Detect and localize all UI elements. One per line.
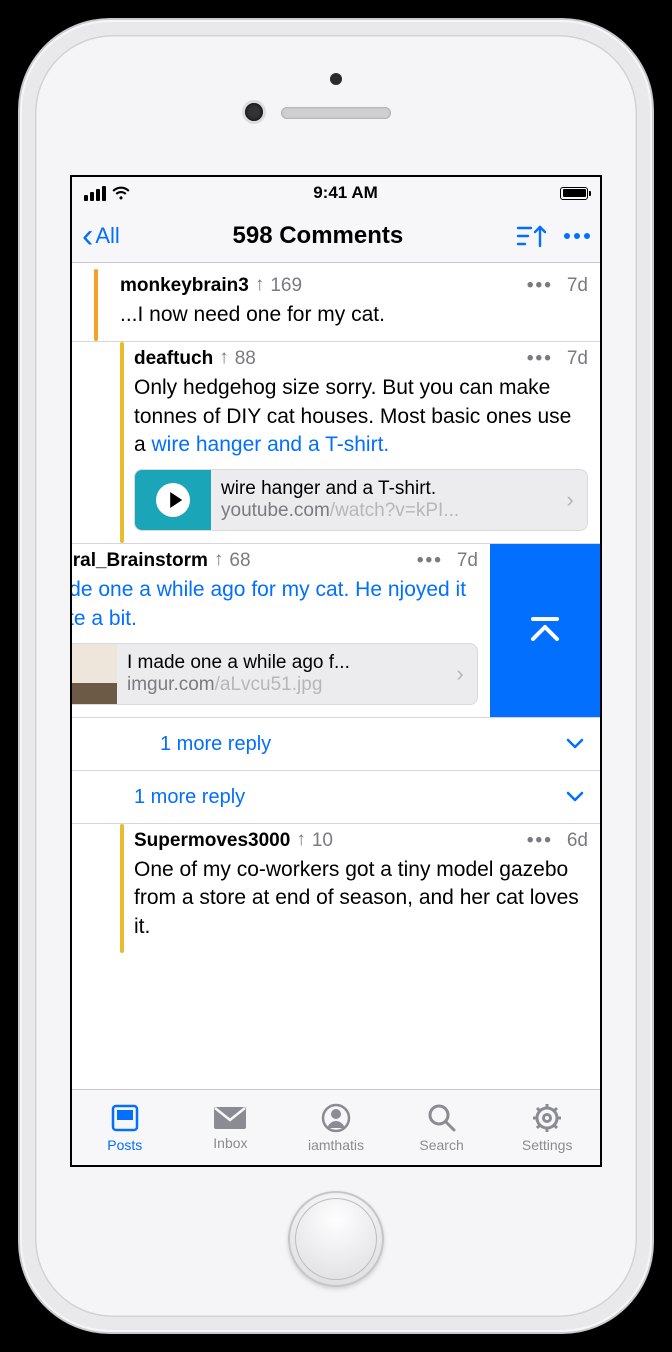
comment-age: 7d xyxy=(567,348,588,370)
proximity-sensor xyxy=(330,73,342,85)
comment-actions-button[interactable]: ••• xyxy=(417,550,443,572)
tab-settings[interactable]: Settings xyxy=(494,1090,600,1165)
comment-text: Only hedgehog size sorry. But you can ma… xyxy=(134,374,588,459)
chevron-right-icon: › xyxy=(443,644,477,704)
status-time: 9:41 AM xyxy=(313,183,378,203)
upvote-arrow-icon: ↑ xyxy=(214,549,224,571)
screen: 9:41 AM ‹ All 598 Comments xyxy=(70,175,602,1167)
tab-label: iamthatis xyxy=(308,1137,364,1153)
back-label: All xyxy=(95,223,119,249)
back-button[interactable]: ‹ All xyxy=(82,219,120,253)
comment-score: 10 xyxy=(312,830,333,852)
more-replies-label: 1 more reply xyxy=(134,786,245,809)
wifi-icon xyxy=(111,186,131,201)
phone-frame-inner: 9:41 AM ‹ All 598 Comments xyxy=(35,35,637,1317)
comment-text: One of my co-workers got a tiny model ga… xyxy=(134,856,588,941)
gear-icon xyxy=(531,1102,563,1134)
more-replies-button[interactable]: 1 more reply xyxy=(72,770,600,823)
video-thumbnail-icon xyxy=(135,470,211,530)
comment-actions-button[interactable]: ••• xyxy=(527,830,553,852)
profile-icon xyxy=(320,1102,352,1134)
sort-button[interactable] xyxy=(516,223,548,249)
comment[interactable]: monkeybrain3 ↑ 169 ••• 7d ...I now need … xyxy=(72,263,600,341)
image-thumbnail-icon xyxy=(72,644,117,704)
comment-author[interactable]: deaftuch xyxy=(134,348,213,370)
comment-actions-button[interactable]: ••• xyxy=(527,348,553,370)
tab-search[interactable]: Search xyxy=(389,1090,495,1165)
preview-title: wire hanger and a T-shirt. xyxy=(221,478,543,500)
comment-score: 88 xyxy=(235,348,256,370)
tab-inbox[interactable]: Inbox xyxy=(178,1090,284,1165)
link-preview[interactable]: wire hanger and a T-shirt. youtube.com/w… xyxy=(134,469,588,531)
comment-author[interactable]: Supermoves3000 xyxy=(134,830,290,852)
posts-icon xyxy=(109,1102,141,1134)
search-icon xyxy=(426,1102,458,1134)
preview-title: I made one a while ago f... xyxy=(127,652,433,674)
upvote-arrow-icon: ↑ xyxy=(255,274,265,296)
comment-author[interactable]: monkeybrain3 xyxy=(120,275,249,297)
tab-label: Settings xyxy=(522,1137,573,1153)
cellular-signal-icon xyxy=(84,186,106,201)
more-replies-button[interactable]: 1 more reply xyxy=(72,717,600,770)
tab-bar: Posts Inbox iamthatis xyxy=(72,1089,600,1165)
tab-label: Inbox xyxy=(213,1135,247,1151)
tab-label: Posts xyxy=(107,1137,142,1153)
battery-icon xyxy=(560,187,588,200)
upvote-arrow-icon: ↑ xyxy=(296,829,306,851)
comment-score: 169 xyxy=(270,275,302,297)
swipe-upvote-action[interactable] xyxy=(490,544,600,717)
comment-age: 7d xyxy=(567,275,588,297)
comment-score: 68 xyxy=(229,550,250,572)
tab-posts[interactable]: Posts xyxy=(72,1090,178,1165)
comment-text[interactable]: made one a while ago for my cat. He njoy… xyxy=(72,576,478,633)
inline-link[interactable]: wire hanger and a T-shirt. xyxy=(152,433,390,456)
more-replies-label: 1 more reply xyxy=(160,733,271,756)
link-preview[interactable]: I made one a while ago f... imgur.com/aL… xyxy=(72,643,478,705)
comment-actions-button[interactable]: ••• xyxy=(527,275,553,297)
upvote-arrow-icon: ↑ xyxy=(219,347,229,369)
front-camera xyxy=(245,103,263,121)
comment-text: ...I now need one for my cat. xyxy=(120,301,588,329)
chevron-down-icon xyxy=(566,738,584,750)
comment[interactable]: deaftuch ↑ 88 ••• 7d Only hedge xyxy=(72,341,600,543)
chevron-right-icon: › xyxy=(553,470,587,530)
comment-age: 7d xyxy=(457,550,478,572)
comment[interactable]: Supermoves3000 ↑ 10 ••• 6d One of my co-… xyxy=(72,823,600,953)
earpiece-speaker xyxy=(281,107,391,119)
comment-age: 6d xyxy=(567,830,588,852)
envelope-icon xyxy=(212,1104,248,1132)
status-bar: 9:41 AM xyxy=(72,177,600,209)
comment-list[interactable]: monkeybrain3 ↑ 169 ••• 7d ...I now need … xyxy=(72,263,600,1089)
page-title: 598 Comments xyxy=(233,222,404,250)
comment-swiped[interactable]: eneral_Brainstorm ↑ 68 ••• 7d xyxy=(72,543,600,717)
tab-label: Search xyxy=(419,1137,463,1153)
preview-url: youtube.com/watch?v=kPI... xyxy=(221,500,543,522)
chevron-left-icon: ‹ xyxy=(82,219,93,253)
nav-bar: ‹ All 598 Comments xyxy=(72,209,600,263)
preview-url: imgur.com/aLvcu51.jpg xyxy=(127,674,433,696)
phone-frame-outer: 9:41 AM ‹ All 598 Comments xyxy=(20,20,652,1332)
comment-author[interactable]: eneral_Brainstorm xyxy=(72,550,208,572)
home-button[interactable] xyxy=(288,1191,384,1287)
tab-profile[interactable]: iamthatis xyxy=(283,1090,389,1165)
more-options-button[interactable] xyxy=(564,233,590,239)
chevron-down-icon xyxy=(566,791,584,803)
